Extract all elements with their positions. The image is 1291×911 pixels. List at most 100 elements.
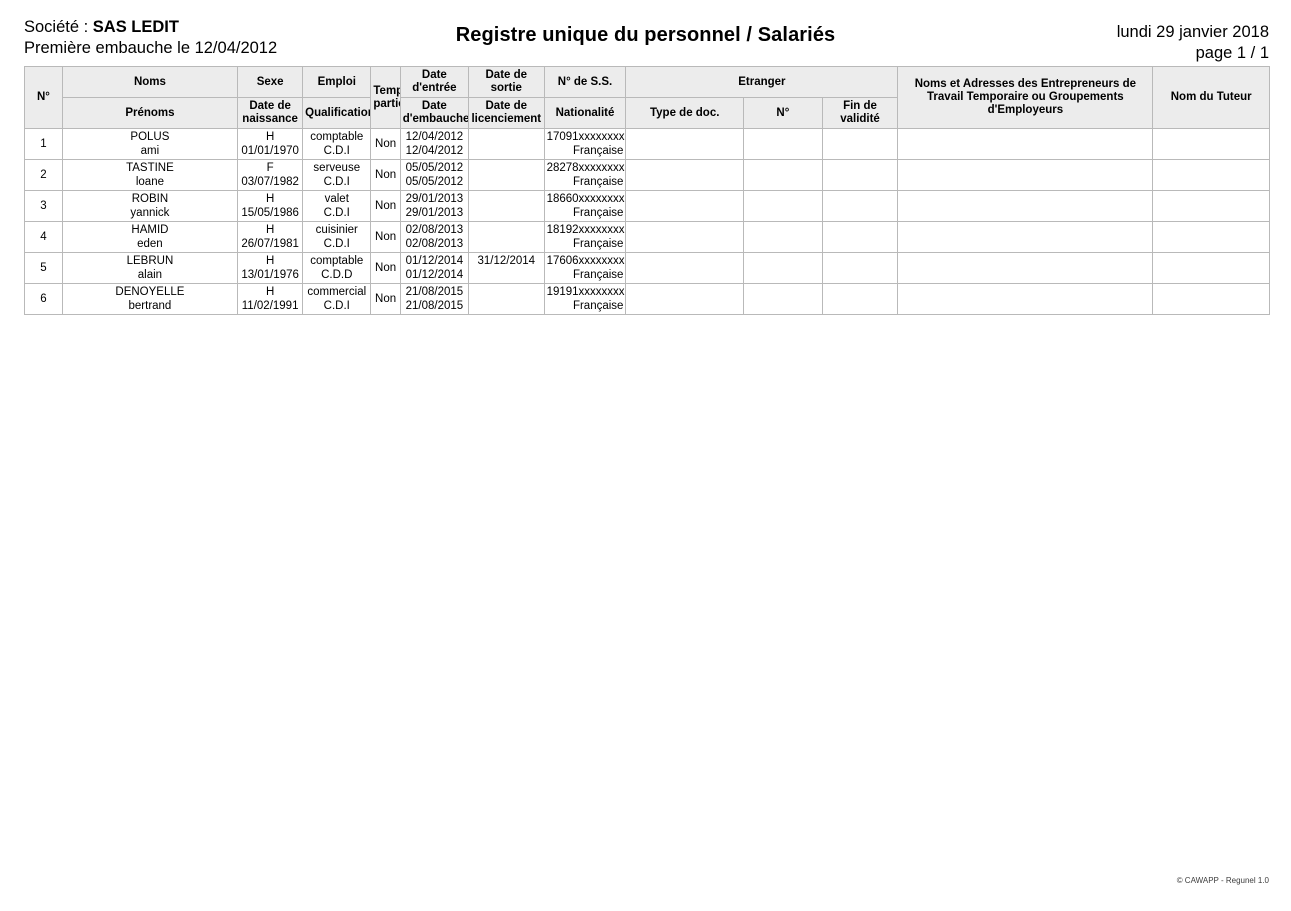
table-row: 6 DENOYELLE bertrand H 11/02/1991 commercial C… [24, 283, 1270, 315]
footer-copyright: © CAWAPP - Regunel 1.0 [1176, 876, 1269, 885]
cell-etranger-num [743, 190, 823, 222]
cell-ss-nationalite-line1: 19191xxxxxxxx [546, 286, 625, 298]
cell-emploi-qualification-line2: C.D.I [323, 145, 350, 157]
col-header-num-ss: N° de S.S. [543, 66, 627, 98]
cell-nom-prenom-line2: bertrand [128, 300, 172, 312]
cell-tuteur [1152, 283, 1270, 315]
cell-dates-sortie-line1 [471, 223, 542, 237]
col-header-num: N° [24, 66, 63, 129]
cell-emploi-qualification-line2: C.D.I [323, 176, 350, 188]
cell-nom-prenom: HAMID eden [61, 221, 239, 253]
cell-nom-prenom-line2: eden [137, 238, 163, 250]
cell-dates-entree-line2: 21/08/2015 [405, 300, 464, 312]
cell-dates-sortie-line2 [471, 144, 542, 158]
cell-ss-nationalite-line2: Française [572, 145, 624, 157]
cell-sexe-naissance: H 13/01/1976 [237, 252, 304, 284]
cell-dates-sortie-line1 [471, 130, 542, 144]
cell-nom-prenom-line1: LEBRUN [126, 255, 174, 267]
cell-emploi-qualification: commercial C.D.I [302, 283, 372, 315]
cell-dates-entree: 02/08/2013 02/08/2013 [399, 221, 469, 253]
cell-nom-prenom-line1: TASTINE [126, 162, 174, 174]
cell-type-doc [625, 159, 744, 191]
cell-emploi-qualification-line2: C.D.D [321, 269, 353, 281]
cell-sexe-naissance-line1: H [265, 193, 275, 205]
cell-sexe-naissance-line1: H [265, 131, 275, 143]
col-header-date-embauche: Date d'embauche [399, 97, 469, 129]
cell-dates-entree-line2: 29/01/2013 [405, 207, 464, 219]
col-header-type-doc: Type de doc. [625, 97, 744, 129]
cell-dates-entree-line1: 02/08/2013 [405, 224, 464, 236]
document-header: Société : SAS LEDIT Première embauche le… [0, 0, 1291, 66]
cell-emploi-qualification: serveuse C.D.I [302, 159, 372, 191]
cell-entrepreneurs [897, 190, 1154, 222]
cell-dates-entree: 12/04/2012 12/04/2012 [399, 128, 469, 160]
cell-ss-nationalite: 17091xxxxxxxx Française [543, 128, 627, 160]
cell-entrepreneurs [897, 128, 1154, 160]
cell-dates-entree: 05/05/2012 05/05/2012 [399, 159, 469, 191]
cell-sexe-naissance-line2: 13/01/1976 [241, 269, 299, 281]
cell-tuteur [1152, 159, 1270, 191]
cell-tuteur [1152, 128, 1270, 160]
col-header-date-naissance: Date de naissance [237, 97, 304, 129]
col-header-date-sortie: Date de sortie [467, 66, 545, 98]
table-head: N° Noms Sexe Emploi Temps partiel Date d… [24, 66, 1270, 129]
cell-dates-sortie-line2 [471, 206, 542, 220]
table-row: 1 POLUS ami H 01/01/1970 comptable C.D.I Non 12/… [24, 128, 1270, 160]
cell-dates-sortie: 31/12/2014 [467, 252, 545, 284]
cell-dates-entree-line1: 01/12/2014 [405, 255, 464, 267]
page-title: Registre unique du personnel / Salariés [455, 24, 836, 46]
cell-nom-prenom-line2: alain [137, 269, 163, 281]
cell-sexe-naissance: H 01/01/1970 [237, 128, 304, 160]
cell-emploi-qualification: cuisinier C.D.I [302, 221, 372, 253]
cell-type-doc [625, 190, 744, 222]
cell-num: 5 [24, 252, 63, 284]
cell-fin-validite [821, 283, 899, 315]
cell-dates-entree-line2: 01/12/2014 [405, 269, 464, 281]
cell-sexe-naissance-line2: 15/05/1986 [241, 207, 299, 219]
cell-sexe-naissance: H 11/02/1991 [237, 283, 304, 315]
cell-dates-sortie-line2 [471, 299, 542, 313]
col-header-emploi: Emploi [302, 66, 372, 98]
cell-emploi-qualification-line1: comptable [310, 131, 364, 143]
cell-etranger-num [743, 159, 823, 191]
cell-ss-nationalite-line1: 28278xxxxxxxx [546, 162, 625, 174]
cell-dates-sortie-line2 [471, 237, 542, 251]
cell-emploi-qualification-line1: comptable [310, 255, 364, 267]
cell-emploi-qualification: comptable C.D.D [302, 252, 372, 284]
cell-dates-entree: 01/12/2014 01/12/2014 [399, 252, 469, 284]
cell-nom-prenom: POLUS ami [61, 128, 239, 160]
cell-ss-nationalite-line2: Française [572, 238, 624, 250]
table-row: 5 LEBRUN alain H 13/01/1976 comptable C.D.D Non… [24, 252, 1270, 284]
cell-dates-sortie [467, 128, 545, 160]
cell-emploi-qualification-line2: C.D.I [323, 207, 350, 219]
cell-emploi-qualification: valet C.D.I [302, 190, 372, 222]
col-header-date-licenciement: Date de licenciement [467, 97, 545, 129]
cell-fin-validite [821, 128, 899, 160]
cell-dates-entree-line1: 29/01/2013 [405, 193, 464, 205]
cell-fin-validite [821, 221, 899, 253]
cell-type-doc [625, 128, 744, 160]
col-header-date-entree: Date d'entrée [399, 66, 469, 98]
cell-entrepreneurs [897, 283, 1154, 315]
cell-dates-sortie-line2 [471, 175, 542, 189]
cell-ss-nationalite-line1: 17606xxxxxxxx [546, 255, 625, 267]
cell-sexe-naissance-line1: H [265, 224, 275, 236]
cell-emploi-qualification-line1: cuisinier [315, 224, 358, 236]
cell-temps-partiel: Non [370, 252, 401, 284]
cell-tuteur [1152, 252, 1270, 284]
cell-num: 2 [24, 159, 63, 191]
cell-emploi-qualification: comptable C.D.I [302, 128, 372, 160]
cell-dates-entree-line1: 05/05/2012 [405, 162, 464, 174]
col-header-etranger: Etranger [625, 66, 899, 98]
cell-nom-prenom-line2: loane [135, 176, 164, 188]
col-header-noms: Noms [61, 66, 239, 98]
cell-dates-entree-line2: 12/04/2012 [405, 145, 464, 157]
cell-etranger-num [743, 252, 823, 284]
cell-ss-nationalite-line2: Française [572, 207, 624, 219]
col-header-qualification: Qualification [302, 97, 372, 129]
header-row-top: N° Noms Sexe Emploi Temps partiel Date d… [24, 66, 1270, 129]
cell-dates-entree-line2: 05/05/2012 [405, 176, 464, 188]
cell-sexe-naissance: H 26/07/1981 [237, 221, 304, 253]
cell-emploi-qualification-line1: serveuse [313, 162, 361, 174]
table-row: 2 TASTINE loane F 03/07/1982 serveuse C.D.I Non… [24, 159, 1270, 191]
